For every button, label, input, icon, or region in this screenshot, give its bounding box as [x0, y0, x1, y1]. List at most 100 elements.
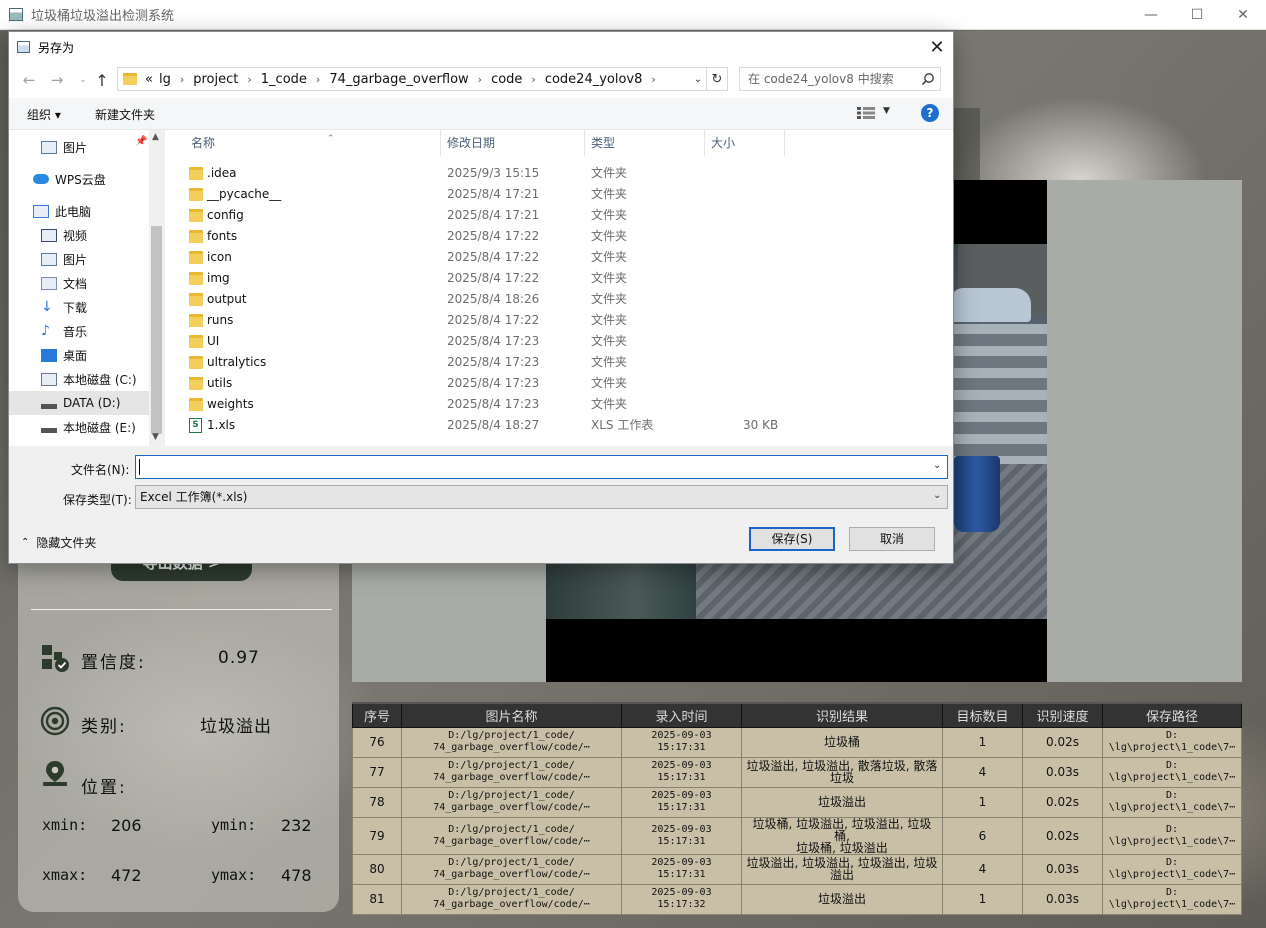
column-header-image-name[interactable]: 图片名称 — [401, 702, 622, 728]
column-header-id[interactable]: 序号 — [352, 702, 402, 728]
column-header-path[interactable]: 保存路径 — [1102, 702, 1242, 728]
up-arrow-icon[interactable]: ↑ — [92, 70, 112, 90]
table-cell-count: 1 — [942, 726, 1023, 758]
file-row[interactable]: output 2025/8/4 18:26 文件夹 — [165, 289, 953, 310]
column-header-date[interactable]: 修改日期 — [441, 130, 585, 156]
table-cell-path: D: \lg\project\1_code\7⋯ — [1102, 726, 1242, 758]
breadcrumb-project[interactable]: project — [193, 72, 238, 87]
filetype-dropdown-icon[interactable]: ⌄ — [933, 490, 941, 501]
dialog-navigation-bar: ← → ⌄ ↑ « lg › project › 1_code › 74_gar… — [9, 62, 953, 98]
filename-input[interactable] — [135, 455, 948, 479]
recent-locations-icon[interactable]: ⌄ — [73, 70, 93, 90]
drive-icon — [41, 427, 57, 433]
folder-icon — [189, 356, 203, 369]
sidebar-item[interactable]: 桌面 — [9, 343, 149, 367]
sidebar-item[interactable]: 图片 — [9, 135, 149, 159]
file-row[interactable]: icon 2025/8/4 17:22 文件夹 — [165, 247, 953, 268]
scrollbar-thumb[interactable] — [151, 226, 162, 434]
back-arrow-icon[interactable]: ← — [19, 70, 39, 90]
table-cell-path: D: \lg\project\1_code\7⋯ — [1102, 853, 1242, 885]
table-row[interactable]: 80 D:/lg/project/1_code/ 74_garbage_overf… — [352, 853, 1242, 885]
scroll-up-icon[interactable]: ▲ — [152, 132, 159, 142]
forward-arrow-icon[interactable]: → — [47, 70, 67, 90]
cancel-button[interactable]: 取消 — [849, 527, 935, 551]
sidebar-item[interactable]: ↓ 下载 — [9, 295, 149, 319]
column-header-speed[interactable]: 识别速度 — [1022, 702, 1103, 728]
pictures-icon — [41, 140, 57, 154]
new-folder-button[interactable]: 新建文件夹 — [95, 106, 155, 123]
table-header-row: 序号 图片名称 录入时间 识别结果 目标数目 识别速度 保存路径 — [352, 702, 1242, 728]
sidebar-item-label: 图片 — [63, 252, 88, 267]
breadcrumb-code[interactable]: code — [491, 72, 522, 87]
sidebar-item[interactable]: 视频 — [9, 223, 149, 247]
xmax-value: 472 — [111, 866, 142, 885]
hide-folders-toggle[interactable]: ⌃ 隐藏文件夹 — [21, 534, 96, 551]
dialog-close-icon[interactable]: ✕ — [921, 32, 953, 62]
file-row[interactable]: S 1.xls 2025/8/4 18:27 XLS 工作表 30 KB — [165, 415, 953, 436]
file-row[interactable]: config 2025/8/4 17:21 文件夹 — [165, 205, 953, 226]
breadcrumb-separator-icon[interactable]: › — [180, 73, 184, 86]
table-cell-speed: 0.02s — [1022, 726, 1103, 758]
search-icon[interactable] — [921, 72, 935, 86]
sidebar-item[interactable]: DATA (D:) — [9, 391, 149, 415]
scroll-down-icon[interactable]: ▼ — [152, 432, 159, 442]
breadcrumb-lg[interactable]: lg — [159, 72, 171, 87]
breadcrumb-separator-icon[interactable]: › — [531, 73, 535, 86]
sidebar-item[interactable]: WPS云盘 — [9, 167, 149, 191]
sidebar-item[interactable]: 此电脑 — [9, 199, 149, 223]
breadcrumb-garbage-overflow[interactable]: 74_garbage_overflow — [329, 72, 468, 87]
column-header-time[interactable]: 录入时间 — [621, 702, 742, 728]
filename-dropdown-icon[interactable]: ⌄ — [933, 460, 941, 471]
column-header-name[interactable]: 名称 ⌃ — [185, 130, 441, 156]
table-row[interactable]: 76 D:/lg/project/1_code/ 74_garbage_overf… — [352, 726, 1242, 758]
table-row[interactable]: 77 D:/lg/project/1_code/ 74_garbage_overf… — [352, 756, 1242, 788]
breadcrumb-overflow[interactable]: « — [145, 72, 153, 87]
minimize-icon[interactable]: — — [1128, 0, 1174, 30]
table-row[interactable]: 81 D:/lg/project/1_code/ 74_garbage_overf… — [352, 883, 1242, 915]
file-row[interactable]: img 2025/8/4 17:22 文件夹 — [165, 268, 953, 289]
file-row[interactable]: utils 2025/8/4 17:23 文件夹 — [165, 373, 953, 394]
breadcrumb-separator-icon[interactable]: › — [651, 73, 655, 86]
sidebar-item[interactable]: 文档 — [9, 271, 149, 295]
breadcrumb-1-code[interactable]: 1_code — [261, 72, 307, 87]
pin-icon[interactable]: 📌 — [135, 136, 147, 147]
address-bar[interactable]: « lg › project › 1_code › 74_garbage_ove… — [117, 67, 728, 91]
close-icon[interactable]: ✕ — [1220, 0, 1266, 30]
breadcrumb-separator-icon[interactable]: › — [478, 73, 482, 86]
file-row[interactable]: ultralytics 2025/8/4 17:23 文件夹 — [165, 352, 953, 373]
breadcrumb-separator-icon[interactable]: › — [316, 73, 320, 86]
column-header-type[interactable]: 类型 — [585, 130, 705, 156]
sidebar-item[interactable]: 本地磁盘 (C:) — [9, 367, 149, 391]
refresh-icon[interactable]: ↻ — [706, 67, 728, 91]
search-input[interactable]: 在 code24_yolov8 中搜索 — [739, 67, 941, 91]
file-row[interactable]: runs 2025/8/4 17:22 文件夹 — [165, 310, 953, 331]
file-date: 2025/8/4 17:22 — [447, 271, 540, 285]
file-row[interactable]: fonts 2025/8/4 17:22 文件夹 — [165, 226, 953, 247]
sidebar-item[interactable]: 本地磁盘 (E:) — [9, 415, 149, 439]
table-row[interactable]: 78 D:/lg/project/1_code/ 74_garbage_overf… — [352, 786, 1242, 818]
sidebar-item[interactable]: 图片 — [9, 247, 149, 271]
breadcrumb-code24-yolov8[interactable]: code24_yolov8 — [545, 72, 643, 87]
navigation-scrollbar[interactable]: ▲ ▼ — [149, 130, 164, 446]
filetype-select[interactable]: Excel 工作簿(*.xls) — [135, 485, 948, 509]
organize-button[interactable]: 组织 ▾ — [27, 106, 61, 123]
save-button[interactable]: 保存(S) — [749, 527, 835, 551]
view-dropdown-icon[interactable]: ▼ — [883, 106, 890, 116]
file-row[interactable]: weights 2025/8/4 17:23 文件夹 — [165, 394, 953, 415]
file-row[interactable]: __pycache__ 2025/8/4 17:21 文件夹 — [165, 184, 953, 205]
file-row[interactable]: UI 2025/8/4 17:23 文件夹 — [165, 331, 953, 352]
table-row[interactable]: 79 D:/lg/project/1_code/ 74_garbage_overf… — [352, 816, 1242, 855]
sidebar-item[interactable]: ♪ 音乐 — [9, 319, 149, 343]
address-dropdown-icon[interactable]: ⌄ — [691, 70, 705, 88]
file-row[interactable]: .idea 2025/9/3 15:15 文件夹 — [165, 163, 953, 184]
column-header-size[interactable]: 大小 — [705, 130, 785, 156]
view-options-icon[interactable] — [857, 107, 875, 119]
column-header-result[interactable]: 识别结果 — [741, 702, 943, 728]
cloud-icon — [33, 174, 49, 184]
maximize-icon[interactable]: ☐ — [1174, 0, 1220, 30]
sidebar-item-label: 图片 — [63, 140, 88, 155]
file-type: 文件夹 — [591, 313, 628, 327]
breadcrumb-separator-icon[interactable]: › — [247, 73, 251, 86]
help-icon[interactable]: ? — [921, 104, 939, 122]
column-header-count[interactable]: 目标数目 — [942, 702, 1023, 728]
